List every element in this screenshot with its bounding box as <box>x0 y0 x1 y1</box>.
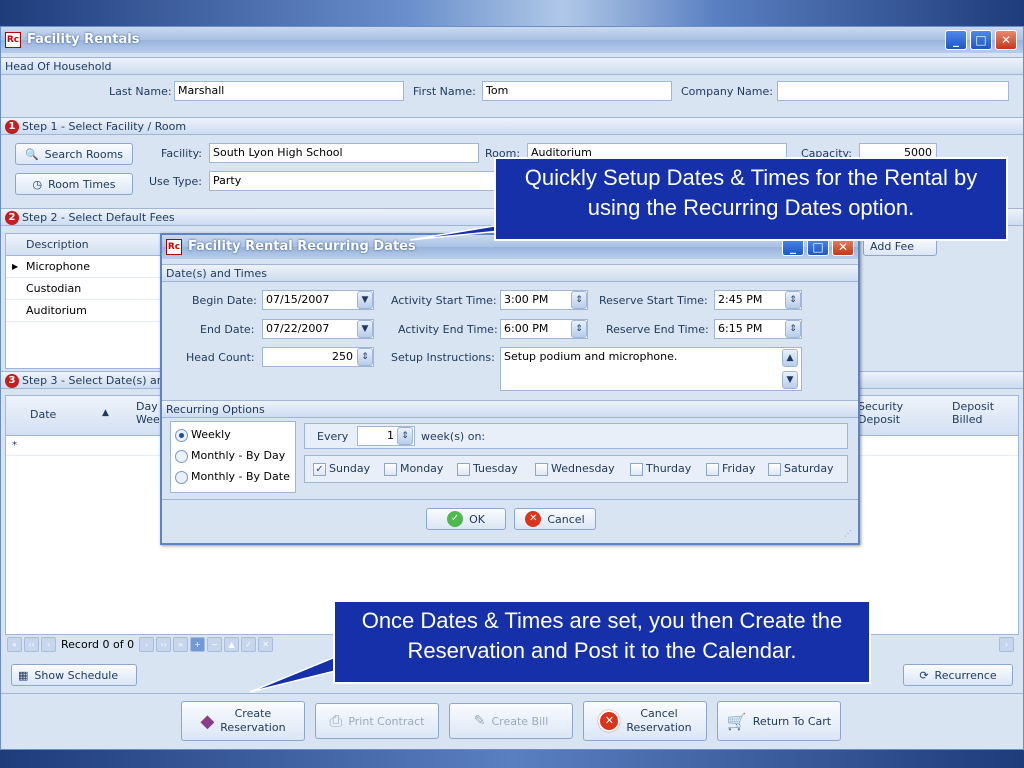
bottom-callout: Once Dates & Times are set, you then Cre… <box>333 600 871 684</box>
top-callout: Quickly Setup Dates & Times for the Rent… <box>494 157 1008 241</box>
slide-bottom-band <box>0 750 1024 768</box>
